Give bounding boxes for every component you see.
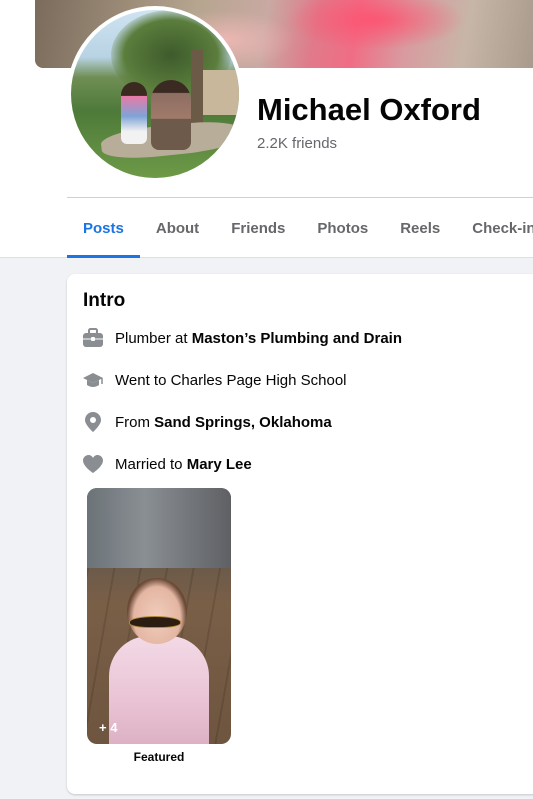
briefcase-icon	[81, 326, 105, 350]
intro-item-relationship: Married to Mary Lee	[81, 452, 252, 476]
intro-work-link[interactable]: Maston’s Plumbing and Drain	[192, 330, 402, 347]
heart-icon	[81, 452, 105, 476]
tab-check-ins[interactable]: Check-ins	[456, 198, 533, 258]
intro-card: Intro Plumber at Maston’s Plumbing and D…	[67, 274, 533, 794]
profile-avatar[interactable]	[67, 6, 243, 182]
intro-education-text: Went to Charles Page High School	[115, 371, 347, 389]
intro-hometown-prefix: From	[115, 413, 155, 431]
intro-work-prefix: Plumber at	[115, 329, 192, 347]
location-pin-icon	[81, 410, 105, 434]
friends-count-link[interactable]: 2.2K friends	[257, 135, 337, 152]
featured-label[interactable]: Featured	[87, 750, 231, 764]
intro-item-hometown: From Sand Springs, Oklahoma	[81, 410, 332, 434]
tab-friends[interactable]: Friends	[215, 198, 301, 258]
featured-count: + 4	[99, 720, 118, 735]
featured-collection-thumbnail[interactable]: + 4	[87, 488, 231, 744]
profile-tabs: Posts About Friends Photos Reels Check-i…	[67, 198, 533, 258]
intro-relationship-prefix: Married to	[115, 455, 187, 473]
tab-about[interactable]: About	[140, 198, 215, 258]
intro-item-education: Went to Charles Page High School	[81, 368, 347, 392]
tab-reels[interactable]: Reels	[384, 198, 456, 258]
tab-posts[interactable]: Posts	[67, 198, 140, 258]
graduation-cap-icon	[81, 368, 105, 392]
profile-name: Michael Oxford	[257, 92, 481, 127]
intro-title: Intro	[83, 290, 126, 311]
tab-photos[interactable]: Photos	[301, 198, 384, 258]
intro-hometown-link[interactable]: Sand Springs, Oklahoma	[154, 414, 332, 431]
intro-relationship-link[interactable]: Mary Lee	[187, 456, 252, 473]
intro-item-work: Plumber at Maston’s Plumbing and Drain	[81, 326, 402, 350]
